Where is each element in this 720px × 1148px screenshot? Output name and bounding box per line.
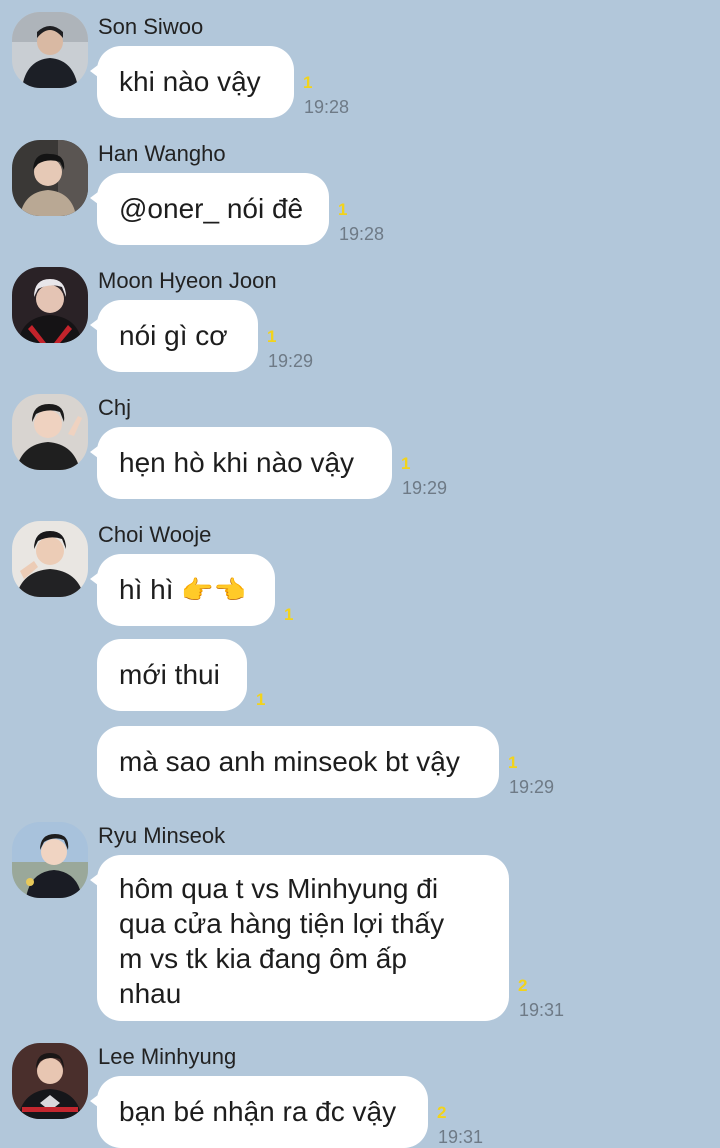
message-text: mới thui xyxy=(119,659,220,690)
message-bubble[interactable]: mới thui xyxy=(97,639,247,711)
message-text-line: m vs tk kia đang ôm ấp xyxy=(119,943,407,974)
message-time: 19:28 xyxy=(339,224,385,244)
message-time: 19:28 xyxy=(304,97,350,117)
message-bubble[interactable]: khi nào vậy xyxy=(90,46,294,118)
profile-photo-icon xyxy=(12,140,88,216)
chat-room: Son Siwoo khi nào vậy 1 19:28 Han Wangho… xyxy=(0,0,720,1148)
message-text: nói gì cơ xyxy=(119,320,228,351)
sender-name: Son Siwoo xyxy=(98,14,204,39)
avatar[interactable] xyxy=(12,140,88,216)
message-bubble[interactable]: @oner_ nói đê xyxy=(90,173,329,245)
avatar[interactable] xyxy=(12,1043,88,1119)
message-text: hì hì xyxy=(119,574,174,605)
profile-photo-icon xyxy=(12,394,88,470)
sender-name: Chj xyxy=(98,395,132,420)
message-bubble[interactable]: hì hì 👉👈 xyxy=(90,554,275,626)
profile-photo-icon xyxy=(12,1043,88,1119)
message-bubble[interactable]: mà sao anh minseok bt vậy xyxy=(97,726,499,798)
sender-name: Han Wangho xyxy=(98,141,226,166)
message-time: 19:29 xyxy=(402,478,448,498)
message-time: 19:31 xyxy=(438,1127,484,1147)
message-text: khi nào vậy xyxy=(119,66,261,97)
avatar[interactable] xyxy=(12,267,88,343)
message-bubble[interactable]: nói gì cơ xyxy=(90,300,258,372)
avatar[interactable] xyxy=(12,822,88,898)
sender-name: Ryu Minseok xyxy=(98,823,226,848)
unread-count: 2 xyxy=(518,976,528,995)
unread-count: 1 xyxy=(401,454,411,473)
message-bubble[interactable]: bạn bé nhận ra đc vậy xyxy=(90,1076,428,1148)
message-bubble[interactable]: hôm qua t vs Minhyung đi qua cửa hàng ti… xyxy=(90,855,509,1021)
unread-count: 1 xyxy=(267,327,277,346)
profile-photo-icon xyxy=(12,822,88,898)
unread-count: 1 xyxy=(508,753,518,772)
unread-count: 2 xyxy=(437,1103,447,1122)
pointing-fingers-emoji-icon: 👉👈 xyxy=(181,576,247,606)
message-text-line: qua cửa hàng tiện lợi thấy xyxy=(119,908,445,939)
message-text: hẹn hò khi nào vậy xyxy=(119,447,355,478)
profile-photo-icon xyxy=(12,267,88,343)
message-time: 19:29 xyxy=(268,351,314,371)
sender-name: Lee Minhyung xyxy=(98,1044,237,1069)
avatar[interactable] xyxy=(12,12,88,88)
message-bubble[interactable]: hẹn hò khi nào vậy xyxy=(90,427,392,499)
message-text: @oner_ nói đê xyxy=(119,193,304,224)
avatar[interactable] xyxy=(12,521,88,597)
message-time: 19:29 xyxy=(509,777,555,797)
profile-photo-icon xyxy=(12,12,88,88)
unread-count: 1 xyxy=(338,200,348,219)
message-text-line: hôm qua t vs Minhyung đi xyxy=(119,873,439,904)
avatar[interactable] xyxy=(12,394,88,470)
sender-name: Moon Hyeon Joon xyxy=(98,268,277,293)
unread-count: 1 xyxy=(303,73,313,92)
unread-count: 1 xyxy=(256,690,266,709)
unread-count: 1 xyxy=(284,605,294,624)
message-text-line: nhau xyxy=(119,978,182,1009)
profile-photo-icon xyxy=(12,521,88,597)
sender-name: Choi Wooje xyxy=(98,522,212,547)
message-text: mà sao anh minseok bt vậy xyxy=(119,746,460,777)
message-time: 19:31 xyxy=(519,1000,565,1020)
message-text: bạn bé nhận ra đc vậy xyxy=(119,1096,397,1127)
